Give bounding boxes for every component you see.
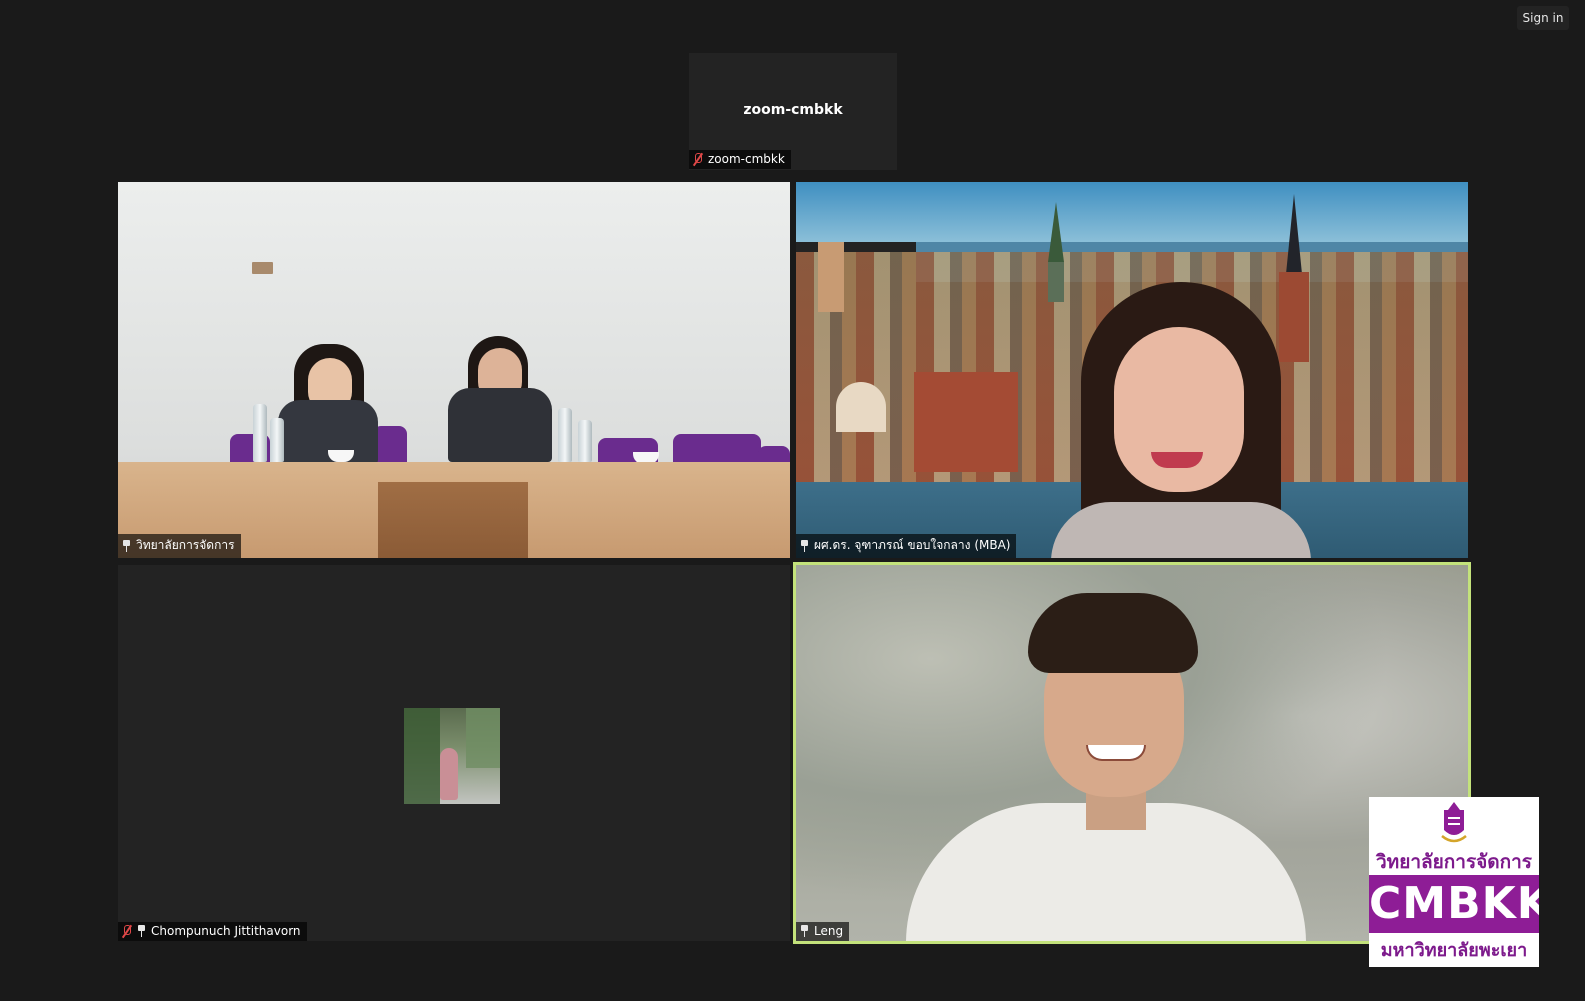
pin-icon xyxy=(800,539,809,552)
logo-college-name: วิทยาลัยการจัดการ xyxy=(1376,851,1532,873)
mic-muted-icon xyxy=(122,924,132,938)
participant-display-name: zoom-cmbkk xyxy=(743,102,843,118)
pin-icon xyxy=(122,539,131,552)
participant-name: Leng xyxy=(814,924,844,938)
participant-tile-top[interactable]: zoom-cmbkk zoom-cmbkk xyxy=(689,53,897,170)
participant-name: ผศ.ดร. จุฑาภรณ์ ขอบใจกลาง (MBA) xyxy=(814,538,1011,552)
sign-in-button[interactable]: Sign in xyxy=(1517,6,1569,30)
logo-brand: CMBKK xyxy=(1369,875,1539,933)
pin-icon xyxy=(137,925,146,937)
participant-name: Chompunuch Jittithavorn xyxy=(151,924,301,938)
participant-name-tag: ผศ.ดร. จุฑาภรณ์ ขอบใจกลาง (MBA) xyxy=(796,534,1017,558)
participant-tile-2[interactable]: ผศ.ดร. จุฑาภรณ์ ขอบใจกลาง (MBA) xyxy=(796,182,1468,558)
participant-tile-1[interactable]: วิทยาลัยการจัดการ xyxy=(118,182,790,558)
pin-icon xyxy=(800,925,809,937)
participant-tile-3[interactable]: Chompunuch Jittithavorn xyxy=(118,565,790,941)
participant-name: วิทยาลัยการจัดการ xyxy=(136,538,235,552)
participant-avatar xyxy=(404,708,500,804)
participant-name-tag: วิทยาลัยการจัดการ xyxy=(118,534,241,558)
participant-tile-4-active-speaker[interactable]: Leng xyxy=(796,565,1468,941)
logo-university-name: มหาวิทยาลัยพะเยา xyxy=(1380,940,1528,961)
participant-name-tag: Leng xyxy=(796,922,850,941)
participant-name: zoom-cmbkk xyxy=(708,152,785,166)
university-emblem-icon xyxy=(1441,802,1467,843)
participant-name-tag: zoom-cmbkk xyxy=(689,150,791,169)
meeting-stage: Sign in zoom-cmbkk zoom-cmbkk วิทยาลัยกา… xyxy=(0,0,1585,1001)
participant-name-tag: Chompunuch Jittithavorn xyxy=(118,922,307,941)
cmbkk-logo: วิทยาลัยการจัดการ CMBKK มหาวิทยาลัยพะเยา xyxy=(1369,797,1539,967)
mic-muted-icon xyxy=(693,152,703,166)
